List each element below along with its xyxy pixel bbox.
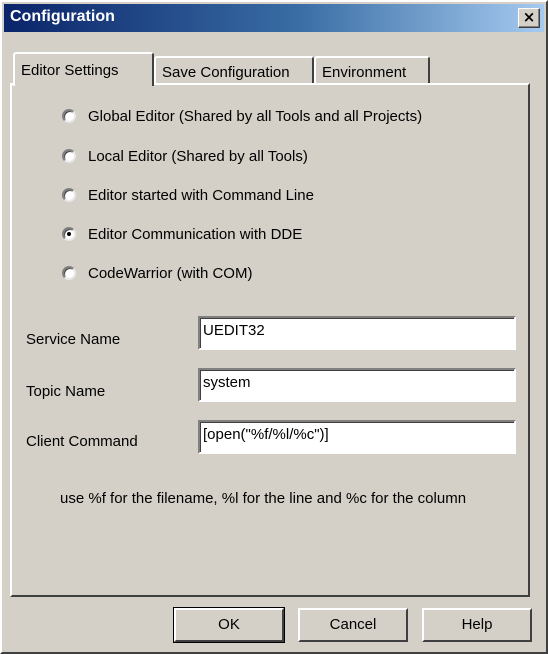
hint-text: use %f for the filename, %l for the line… xyxy=(60,490,467,507)
radio-button[interactable] xyxy=(62,188,76,202)
radio-dot-icon xyxy=(67,232,71,236)
cancel-button[interactable]: Cancel xyxy=(298,608,408,642)
radio-label: Local Editor (Shared by all Tools) xyxy=(88,147,308,165)
client-command-label: Client Command xyxy=(26,433,138,450)
service-name-label: Service Name xyxy=(26,331,121,348)
radio-global-editor[interactable]: Global Editor (Shared by all Tools and a… xyxy=(62,105,422,127)
radio-label: Editor started with Command Line xyxy=(88,186,314,204)
radio-button[interactable] xyxy=(62,266,76,280)
radio-label: CodeWarrior (with COM) xyxy=(88,264,253,282)
topic-name-input[interactable]: system xyxy=(198,368,516,402)
radio-label: Global Editor (Shared by all Tools and a… xyxy=(88,107,423,125)
service-name-input[interactable]: UEDIT32 xyxy=(198,316,516,350)
radio-button[interactable] xyxy=(62,149,76,163)
ok-button[interactable]: OK xyxy=(173,607,285,643)
radio-dde[interactable]: Editor Communication with DDE xyxy=(62,223,302,245)
help-button[interactable]: Help xyxy=(422,608,532,642)
radio-label: Editor Communication with DDE xyxy=(88,225,303,243)
radio-codewarrior[interactable]: CodeWarrior (with COM) xyxy=(62,262,252,284)
topic-name-label: Topic Name xyxy=(26,383,106,400)
client-command-input[interactable]: [open("%f/%l/%c")] xyxy=(198,420,516,454)
radio-button-selected[interactable] xyxy=(62,227,76,241)
radio-button[interactable] xyxy=(62,109,76,123)
radio-local-editor[interactable]: Local Editor (Shared by all Tools) xyxy=(62,145,308,167)
radio-command-line[interactable]: Editor started with Command Line xyxy=(62,184,314,206)
